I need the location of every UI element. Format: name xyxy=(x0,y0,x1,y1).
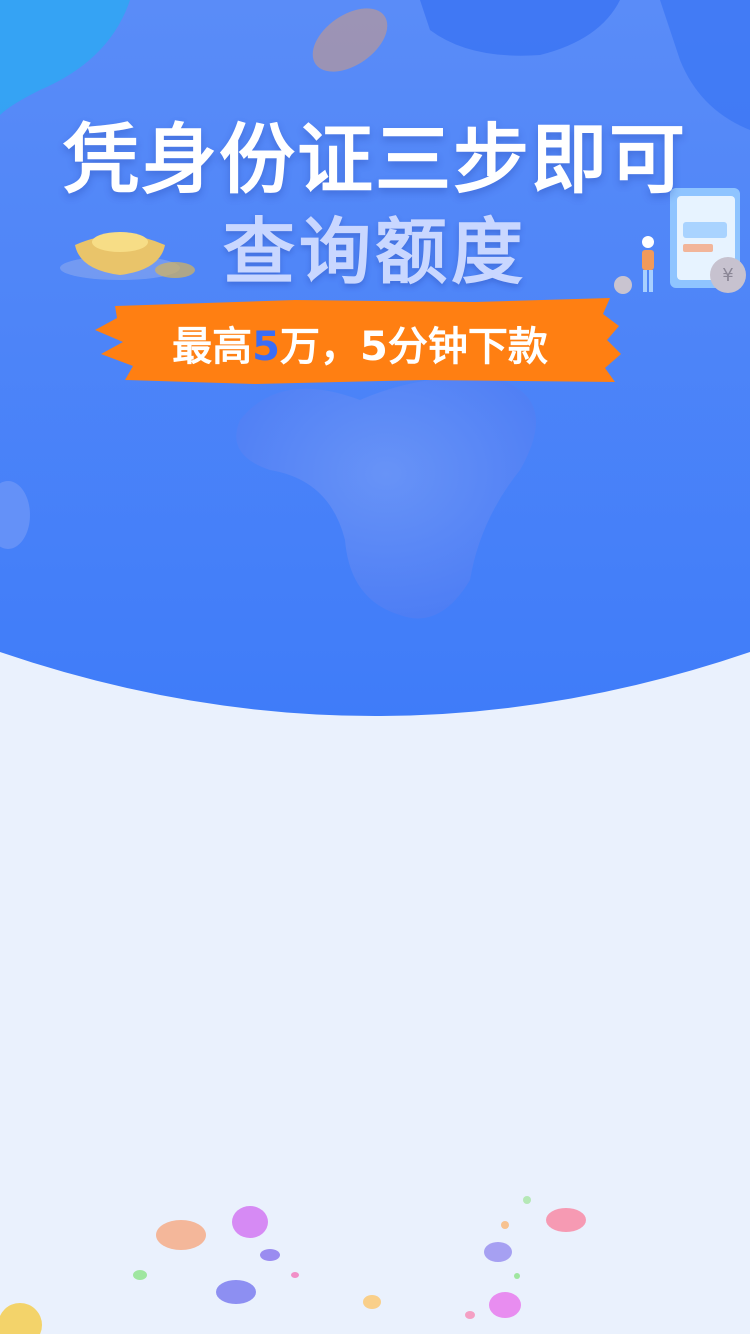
headline-primary: 凭身份证三步即可 xyxy=(63,115,687,204)
promo-prefix: 最高 xyxy=(172,324,253,370)
coin-icon xyxy=(312,8,388,72)
promo-highlight: 5 xyxy=(252,324,280,370)
promo-banner: 最高5万，5分钟下款 xyxy=(95,292,625,388)
headline-secondary: 查询额度 xyxy=(222,210,527,294)
confetti-icon xyxy=(0,1196,586,1334)
promo-suffix: 万，5分钟下款 xyxy=(280,324,548,370)
page: ¥ 凭身份证三步即可 查询额度 最高5万，5分钟下款 xyxy=(0,0,750,1334)
promo-text: 最高5万，5分钟下款 xyxy=(95,314,625,372)
